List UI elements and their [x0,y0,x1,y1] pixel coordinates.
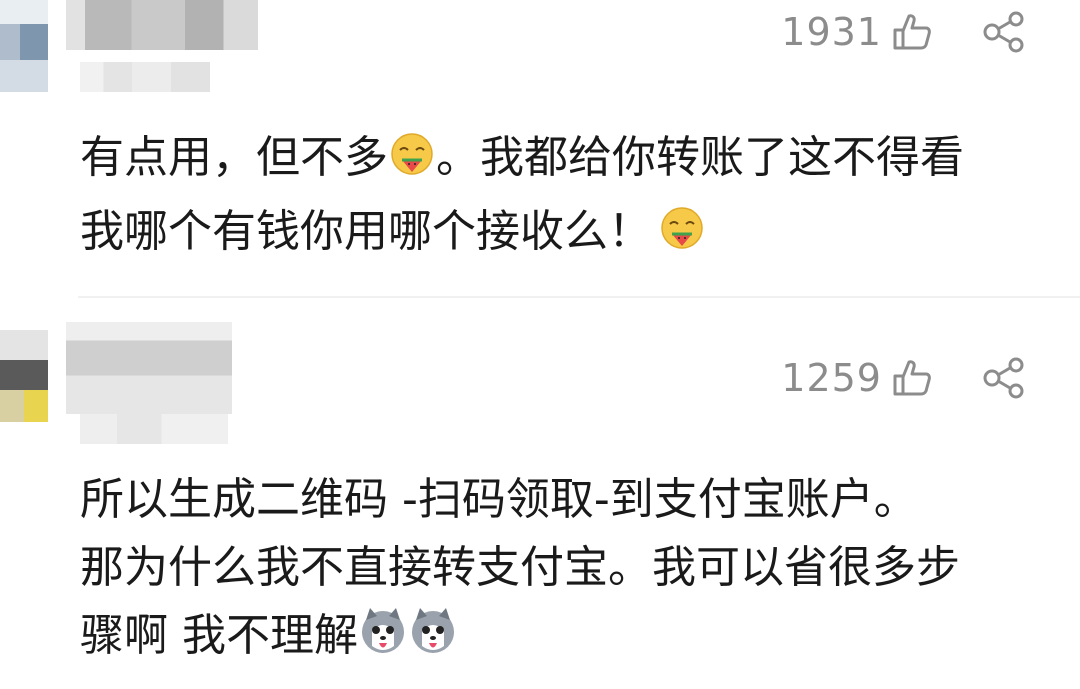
comment-item: 1259 所以生成二维码 -扫码领取-到支付宝账户。 那为什么我不直接转支付宝。… [0,300,1080,689]
avatar[interactable] [0,0,48,92]
username-redacted[interactable] [66,0,258,50]
comment-line: 有点用，但不多 。我都给你转账了这不得看 [80,124,1050,198]
comment-line: 骤啊 我不理解 [80,602,1050,676]
avatar[interactable] [0,330,48,422]
comment-text: 有点用，但不多 。我都给你转账了这不得看 我哪个有钱你用哪个接收么！ [80,124,1050,272]
melon-eating-emoji [658,204,706,272]
comment-text: 所以生成二维码 -扫码领取-到支付宝账户。 那为什么我不直接转支付宝。我可以省很… [80,466,1050,676]
husky-dog-emoji [358,606,408,676]
comment-line: 那为什么我不直接转支付宝。我可以省很多步 [80,542,960,593]
username-redacted[interactable] [66,322,232,414]
comment-line: 我哪个有钱你用哪个接收么！ [80,198,1050,272]
comment-line: 所以生成二维码 -扫码领取-到支付宝账户。 [80,474,918,525]
share-icon[interactable] [980,356,1028,400]
comment-item: 1931 有点用，但不多 。我都给你转账了这不得看 我哪个有钱你用哪个接收么！ [0,0,1080,300]
husky-dog-emoji [408,606,458,676]
divider [78,296,1080,298]
like-count: 1259 [781,356,882,400]
like-count: 1931 [781,10,882,54]
thumbs-up-icon[interactable] [890,10,934,54]
melon-eating-emoji [388,130,436,198]
share-icon[interactable] [980,10,1028,54]
meta-redacted [80,414,228,444]
meta-redacted [80,62,210,92]
comment-actions: 1259 [781,356,1028,400]
thumbs-up-icon[interactable] [890,356,934,400]
comment-actions: 1931 [781,10,1028,54]
